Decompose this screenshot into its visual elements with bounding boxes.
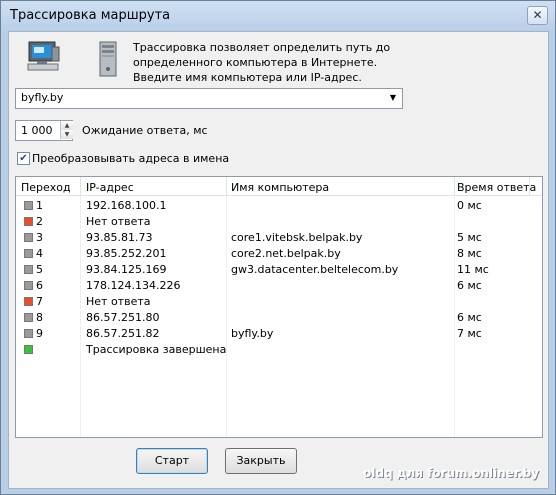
- ip-cell: 93.85.252.201: [86, 247, 167, 260]
- target-host-value: byfly.by: [21, 91, 64, 104]
- status-ok-icon: [24, 233, 33, 242]
- table-row[interactable]: 7 Нет ответа: [16, 293, 542, 309]
- computer-icon: [27, 41, 60, 71]
- intro-line: Введите имя компьютера или IP-адрес.: [133, 71, 362, 84]
- hop-cell: 5: [36, 263, 43, 276]
- column-header-hostname[interactable]: Имя компьютера: [231, 181, 329, 194]
- intro-line: Трассировка позволяет определить путь до: [133, 41, 391, 54]
- table-row[interactable]: Трассировка завершена: [16, 341, 542, 357]
- table-row[interactable]: 9 86.57.251.82 byfly.by 7 мс: [16, 325, 542, 341]
- title-bar[interactable]: Трассировка маршрута ✕: [1, 1, 555, 31]
- hop-cell: 6: [36, 279, 43, 292]
- hop-cell: 8: [36, 311, 43, 324]
- hop-cell: 9: [36, 327, 43, 340]
- response-time-cell: 7 мс: [457, 327, 482, 340]
- spin-buttons: ▲ ▼: [60, 121, 73, 140]
- table-row[interactable]: 1 192.168.100.1 0 мс: [16, 197, 542, 213]
- hostname-cell: core2.net.belpak.by: [231, 247, 341, 260]
- hop-cell: 7: [36, 295, 43, 308]
- table-row[interactable]: 5 93.84.125.169 gw3.datacenter.beltelecom.…: [16, 261, 542, 277]
- timeout-label: Ожидание ответа, мс: [82, 124, 208, 137]
- ip-cell: Нет ответа: [86, 215, 151, 228]
- list-header: Переход IP-адрес Имя компьютера Время от…: [16, 177, 542, 196]
- header-divider[interactable]: [529, 177, 530, 195]
- header-divider[interactable]: [454, 177, 455, 195]
- response-time-cell: 8 мс: [457, 247, 482, 260]
- status-ok-icon: [24, 249, 33, 258]
- ip-cell: 86.57.251.82: [86, 327, 160, 340]
- window-title: Трассировка маршрута: [10, 8, 171, 23]
- ip-cell: 93.84.125.169: [86, 263, 167, 276]
- status-ok-icon: [24, 281, 33, 290]
- checkmark-icon: ✔: [19, 153, 28, 164]
- hostname-cell: core1.vitebsk.belpak.by: [231, 231, 363, 244]
- start-button[interactable]: Старт: [136, 448, 208, 474]
- status-ok-icon: [24, 201, 33, 210]
- watermark-text: oldq для forum.onliner.by: [363, 466, 539, 480]
- dialog-client: Трассировка позволяет определить путь до…: [8, 31, 549, 489]
- trace-results-list[interactable]: Переход IP-адрес Имя компьютера Время от…: [15, 176, 543, 438]
- table-row[interactable]: 4 93.85.252.201 core2.net.belpak.by 8 мс: [16, 245, 542, 261]
- response-time-cell: 11 мс: [457, 263, 489, 276]
- status-timeout-icon: [24, 297, 33, 306]
- table-row[interactable]: 6 178.124.134.226 6 мс: [16, 277, 542, 293]
- timeout-spinbox[interactable]: 1 000 ▲ ▼: [15, 120, 73, 141]
- ip-cell: Трассировка завершена: [86, 343, 227, 356]
- ip-cell: 93.85.81.73: [86, 231, 153, 244]
- status-ok-icon: [24, 265, 33, 274]
- resolve-names-checkbox[interactable]: ✔: [17, 152, 30, 165]
- intro-line: определенного компьютера в Интернете.: [133, 56, 378, 69]
- spin-down-icon[interactable]: ▼: [60, 130, 73, 139]
- resolve-names-label[interactable]: Преобразовывать адреса в имена: [32, 152, 229, 165]
- hop-cell: 4: [36, 247, 43, 260]
- hop-cell: 2: [36, 215, 43, 228]
- ip-cell: 178.124.134.226: [86, 279, 181, 292]
- table-row[interactable]: 2 Нет ответа: [16, 213, 542, 229]
- status-timeout-icon: [24, 217, 33, 226]
- ip-cell: 192.168.100.1: [86, 199, 167, 212]
- trace-route-window: Трассировка маршрута ✕ Трассировка позво…: [0, 0, 556, 495]
- table-row[interactable]: 3 93.85.81.73 core1.vitebsk.belpak.by 5 мс: [16, 229, 542, 245]
- hostname-cell: gw3.datacenter.beltelecom.by: [231, 263, 399, 276]
- close-window-button[interactable]: ✕: [527, 6, 548, 25]
- response-time-cell: 6 мс: [457, 311, 482, 324]
- response-time-cell: 5 мс: [457, 231, 482, 244]
- close-button[interactable]: Закрыть: [225, 448, 297, 474]
- intro-text: Трассировка позволяет определить путь до…: [133, 40, 393, 85]
- spin-up-icon[interactable]: ▲: [60, 121, 73, 130]
- status-ok-icon: [24, 313, 33, 322]
- column-header-ip[interactable]: IP-адрес: [86, 181, 134, 194]
- column-header-response-time[interactable]: Время ответа: [457, 181, 536, 194]
- response-time-cell: 6 мс: [457, 279, 482, 292]
- table-row[interactable]: 8 86.57.251.80 6 мс: [16, 309, 542, 325]
- target-host-combobox[interactable]: byfly.by ▼: [15, 88, 403, 109]
- hostname-cell: byfly.by: [231, 327, 274, 340]
- server-icon: [99, 41, 117, 77]
- hop-cell: 1: [36, 199, 43, 212]
- column-header-hop[interactable]: Переход: [21, 181, 71, 194]
- response-time-cell: 0 мс: [457, 199, 482, 212]
- hop-cell: 3: [36, 231, 43, 244]
- ip-cell: Нет ответа: [86, 295, 151, 308]
- header-divider[interactable]: [80, 177, 81, 195]
- ip-cell: 86.57.251.80: [86, 311, 160, 324]
- timeout-value: 1 000: [21, 124, 53, 137]
- status-done-icon: [24, 345, 33, 354]
- header-divider[interactable]: [226, 177, 227, 195]
- status-ok-icon: [24, 329, 33, 338]
- chevron-down-icon[interactable]: ▼: [386, 91, 400, 105]
